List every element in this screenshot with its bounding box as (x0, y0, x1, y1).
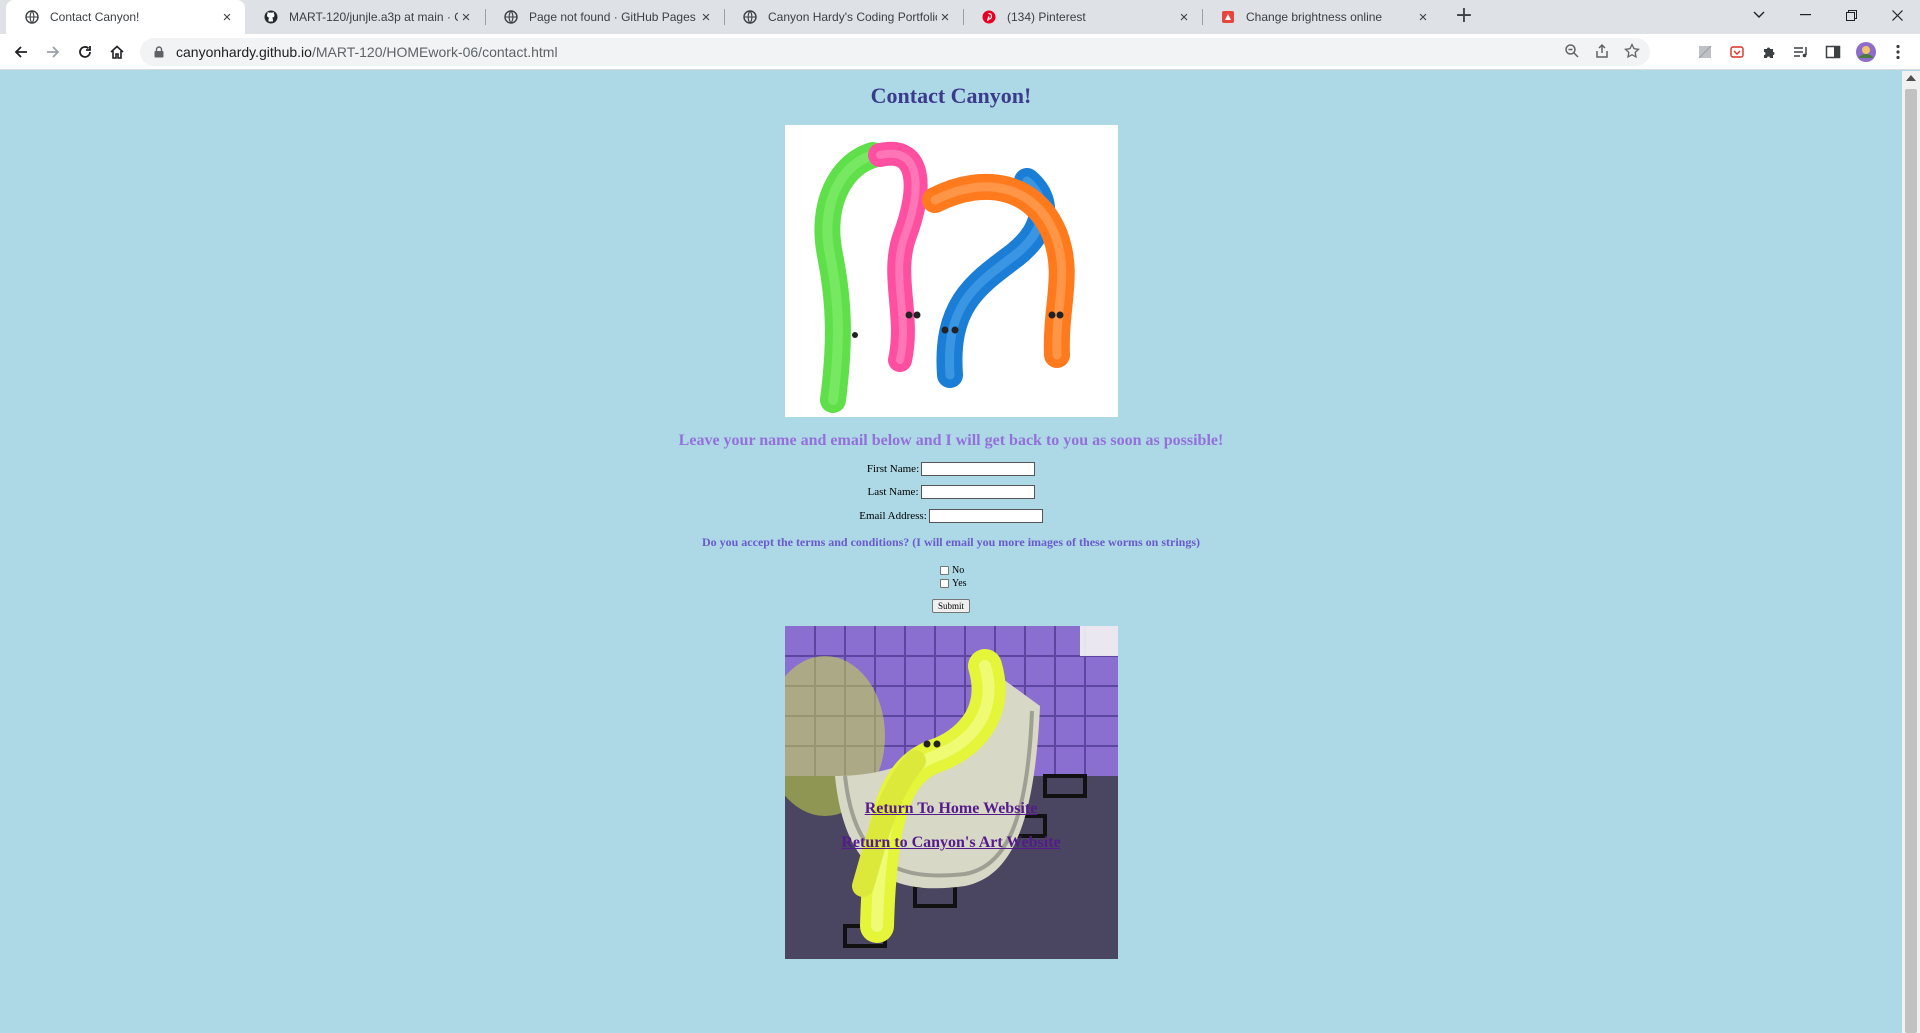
tab-search-icon[interactable] (1737, 0, 1781, 30)
close-tab-icon[interactable]: × (698, 9, 714, 26)
more-options-icon[interactable] (1887, 41, 1909, 63)
browser-toolbar: canyonhardy.github.io/MART-120/HOMEwork-… (0, 34, 1920, 70)
option-yes-row: Yes (940, 578, 967, 589)
page-scrollbar[interactable] (1902, 71, 1920, 1033)
globe-icon (503, 9, 519, 25)
lock-icon[interactable] (154, 46, 164, 58)
tab-title: MART-120/junjle.a3p at main · Ca (289, 10, 458, 24)
last-name-label: Last Name: (867, 486, 919, 498)
globe-icon (24, 9, 40, 25)
worm-in-bathtub-image (785, 626, 1118, 959)
tab-title: Change brightness online (1246, 10, 1383, 24)
tab-pinterest[interactable]: (134) Pinterest × (963, 0, 1202, 34)
minimize-icon[interactable] (1783, 0, 1827, 30)
email-field[interactable] (928, 509, 1043, 523)
new-tab-button[interactable]: + (1452, 5, 1476, 29)
close-tab-icon[interactable]: × (219, 9, 235, 26)
tab-title: (134) Pinterest (1007, 10, 1086, 24)
side-panel-icon[interactable] (1822, 41, 1844, 63)
tab-title: Page not found · GitHub Pages (529, 10, 696, 24)
close-tab-icon[interactable]: × (1176, 9, 1192, 26)
tab-change-brightness[interactable]: Change brightness online × (1202, 0, 1441, 34)
close-tab-icon[interactable]: × (458, 9, 474, 26)
browser-tab-strip: Contact Canyon! × MART-120/junjle.a3p at… (0, 0, 1920, 34)
url-path: /MART-120/HOMEwork-06/contact.html (311, 44, 558, 60)
github-icon (263, 9, 279, 25)
scroll-up-arrow-icon[interactable] (1906, 75, 1916, 81)
globe-icon (742, 9, 758, 25)
email-row: Email Address: (0, 509, 1902, 523)
reload-icon[interactable] (72, 39, 98, 65)
email-label: Email Address: (859, 510, 927, 522)
bookmark-star-icon[interactable] (1624, 42, 1640, 62)
zoom-icon[interactable] (1564, 43, 1580, 62)
profile-avatar[interactable] (1855, 41, 1877, 63)
puzzle-extensions-icon[interactable] (1758, 41, 1780, 63)
extension-icon[interactable] (1694, 41, 1716, 63)
first-name-label: First Name: (866, 463, 920, 475)
return-art-website-link[interactable]: Return to Canyon's Art Website (0, 834, 1902, 852)
tab-coding-portfolio[interactable]: Canyon Hardy's Coding Portfolio × (724, 0, 963, 34)
tab-title: Canyon Hardy's Coding Portfolio (768, 10, 937, 24)
pinterest-icon (981, 9, 997, 25)
no-checkbox[interactable] (940, 566, 949, 575)
terms-question: Do you accept the terms and conditions? … (701, 535, 1201, 549)
share-icon[interactable] (1594, 43, 1610, 62)
option-no-row: No (940, 565, 964, 576)
tab-page-not-found[interactable]: Page not found · GitHub Pages × (485, 0, 724, 34)
yes-label: Yes (952, 578, 967, 589)
forward-icon[interactable] (40, 39, 66, 65)
submit-button[interactable]: Submit (932, 599, 970, 613)
yes-checkbox[interactable] (940, 579, 949, 588)
close-tab-icon[interactable]: × (937, 9, 953, 26)
media-controls-icon[interactable] (1790, 41, 1812, 63)
back-icon[interactable] (8, 39, 34, 65)
restore-icon[interactable] (1829, 0, 1873, 30)
return-home-link[interactable]: Return To Home Website (0, 800, 1902, 818)
worms-on-strings-image (785, 125, 1118, 417)
last-name-row: Last Name: (0, 485, 1902, 499)
close-window-icon[interactable] (1875, 0, 1919, 30)
page-title: Contact Canyon! (870, 83, 1032, 108)
brightness-site-icon (1220, 9, 1236, 25)
home-icon[interactable] (104, 39, 130, 65)
tab-github-junjle[interactable]: MART-120/junjle.a3p at main · Ca × (245, 0, 484, 34)
tab-title: Contact Canyon! (50, 10, 140, 24)
no-label: No (952, 565, 965, 576)
contact-instructions: Leave your name and email below and I wi… (678, 432, 1224, 449)
last-name-field[interactable] (920, 485, 1035, 499)
page-content: Contact Canyon! Leave your name and emai (0, 71, 1902, 1033)
pocket-extension-icon[interactable] (1726, 41, 1748, 63)
tab-contact-canyon[interactable]: Contact Canyon! × (6, 0, 245, 34)
url-host: canyonhardy.github.io (176, 44, 312, 60)
first-name-field[interactable] (921, 462, 1036, 476)
scrollbar-thumb[interactable] (1905, 89, 1917, 1033)
address-bar[interactable]: canyonhardy.github.io/MART-120/HOMEwork-… (140, 38, 1650, 66)
first-name-row: First Name: (0, 462, 1902, 476)
close-tab-icon[interactable]: × (1415, 9, 1431, 26)
